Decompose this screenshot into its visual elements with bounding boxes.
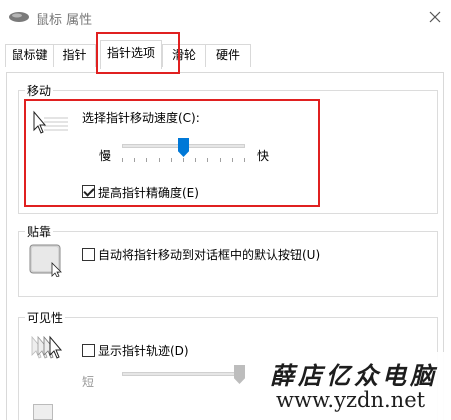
window-title: 鼠标 属性 bbox=[36, 13, 93, 28]
visibility-group-label: 可见性 bbox=[25, 309, 66, 326]
snap-checkbox[interactable] bbox=[82, 248, 95, 261]
title-bar: 鼠标 属性 bbox=[0, 0, 451, 34]
tab-pointers[interactable]: 指针 bbox=[53, 44, 96, 67]
tab-hardware[interactable]: 硬件 bbox=[205, 44, 251, 67]
snap-group: 贴靠 bbox=[18, 223, 438, 297]
watermark-chinese: 薛店亿众电脑 bbox=[270, 361, 438, 390]
trails-slider-track[interactable] bbox=[122, 372, 245, 376]
tab-buttons[interactable]: 鼠标键 bbox=[5, 44, 54, 67]
close-icon[interactable] bbox=[424, 6, 446, 28]
tab-strip: 鼠标键 指针 指针选项 滑轮 硬件 bbox=[0, 34, 451, 74]
trails-checkbox[interactable] bbox=[82, 344, 95, 357]
mouse-icon bbox=[9, 12, 29, 22]
tab-highlight-box bbox=[96, 32, 180, 74]
motion-highlight-box bbox=[24, 99, 320, 207]
snap-label[interactable]: 自动将指针移动到对话框中的默认按钮(U) bbox=[98, 246, 320, 263]
watermark-url: www.yzdn.net bbox=[276, 388, 426, 412]
watermark: 薛店亿众电脑 www.yzdn.net bbox=[262, 352, 451, 420]
trails-label[interactable]: 显示指针轨迹(D) bbox=[98, 342, 189, 359]
motion-group-label: 移动 bbox=[25, 82, 54, 99]
hide-pointer-icon bbox=[33, 404, 53, 420]
snap-group-label: 贴靠 bbox=[25, 223, 54, 240]
snap-to-icon bbox=[29, 244, 62, 277]
trails-short-label: 短 bbox=[82, 375, 95, 389]
pointer-trails-icon bbox=[31, 335, 63, 359]
